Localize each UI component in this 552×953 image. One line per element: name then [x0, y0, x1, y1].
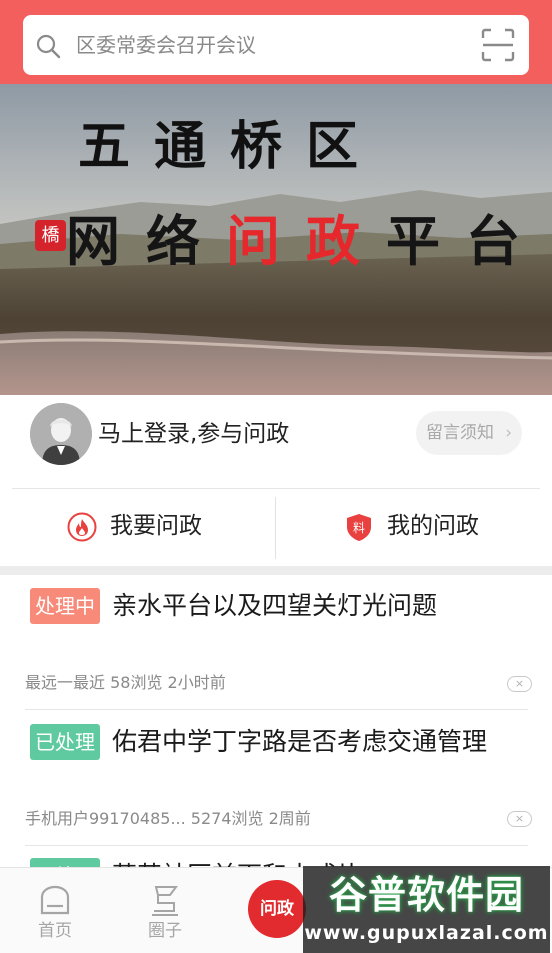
- divider: [12, 488, 540, 489]
- list-item[interactable]: 已处理 佑君中学丁字路是否考虑交通管理 手机用户99170485... 5274…: [0, 724, 552, 844]
- status-badge: 处理中: [30, 588, 100, 624]
- tab-circle[interactable]: 圈子: [130, 868, 200, 953]
- watermark: 谷普软件园 www.gupuxlazal.com: [303, 866, 550, 953]
- notice-button[interactable]: 留言须知 ›: [416, 411, 522, 455]
- divider: [25, 709, 528, 710]
- banner-title-part-a: 网络: [66, 209, 226, 273]
- community-icon: [152, 886, 178, 916]
- tab-home-label: 首页: [38, 921, 72, 941]
- tab-circle-label: 圈子: [148, 921, 182, 941]
- item-meta: 手机用户99170485... 5274浏览 2周前: [25, 809, 311, 828]
- list-item[interactable]: 处理中 亲水平台以及四望关灯光问题 最远一最近 58浏览 2小时前 ×: [0, 588, 552, 708]
- tab-ask-center-button[interactable]: 问政: [248, 880, 306, 938]
- search-icon: [36, 34, 61, 59]
- chevron-right-icon: ›: [505, 423, 512, 443]
- ask-question-button[interactable]: 我要问政: [0, 497, 275, 559]
- avatar[interactable]: [30, 403, 92, 465]
- login-prompt[interactable]: 马上登录,参与问政: [98, 418, 289, 450]
- banner-title-line1: 五通桥区: [78, 116, 383, 177]
- notice-label: 留言须知: [426, 423, 494, 443]
- search-header: 区委常委会召开会议: [0, 0, 552, 84]
- banner-title-part-c: 平台: [386, 209, 546, 273]
- watermark-url: www.gupuxlazal.com: [304, 922, 549, 944]
- banner-seal-logo: 橋: [35, 220, 66, 251]
- flame-icon: [67, 512, 97, 542]
- svg-text:料: 料: [353, 521, 365, 535]
- ask-question-label: 我要问政: [110, 513, 202, 539]
- action-divider: [275, 497, 276, 559]
- status-badge: 已处理: [30, 724, 100, 760]
- item-meta: 最远一最近 58浏览 2小时前: [25, 673, 226, 692]
- my-questions-button[interactable]: 料 我的问政: [277, 497, 552, 559]
- home-icon: [40, 885, 70, 915]
- search-placeholder: 区委常委会召开会议: [76, 33, 256, 57]
- close-icon[interactable]: ×: [507, 811, 532, 827]
- divider: [25, 845, 528, 846]
- user-avatar-icon: [30, 403, 92, 465]
- app-screen: 区委常委会召开会议 橋 五通桥区 网络问政平台 马上登录,参与问政 留言须知 ›…: [0, 0, 552, 953]
- tab-home[interactable]: 首页: [20, 868, 90, 953]
- scan-icon[interactable]: [481, 28, 515, 62]
- shield-icon: 料: [347, 514, 371, 541]
- banner-title-part-b: 问政: [226, 209, 386, 273]
- item-title: 亲水平台以及四望关灯光问题: [112, 591, 438, 620]
- watermark-title: 谷普软件园: [328, 873, 524, 917]
- my-questions-label: 我的问政: [387, 513, 479, 539]
- close-icon[interactable]: ×: [507, 676, 532, 692]
- item-title: 佑君中学丁字路是否考虑交通管理: [112, 727, 488, 756]
- banner-title-line2: 网络问政平台: [66, 206, 546, 276]
- section-spacer: [0, 566, 552, 575]
